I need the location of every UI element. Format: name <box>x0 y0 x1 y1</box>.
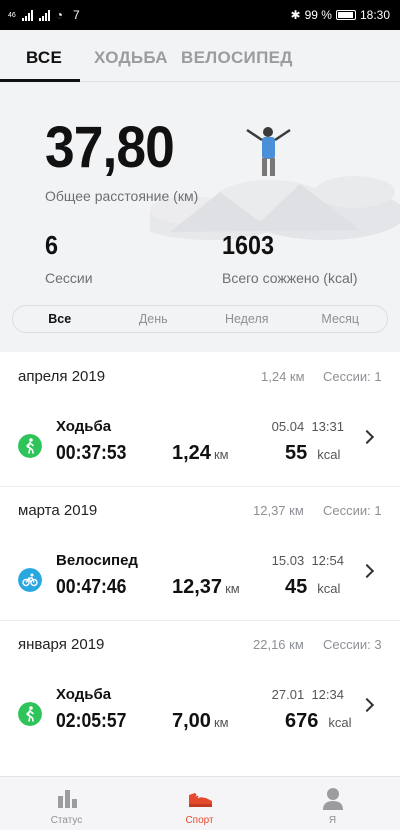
activity-tabs: ВСЕ ХОДЬБА ВЕЛОСИПЕД <box>0 30 400 82</box>
activity-date: 27.01 12:34 <box>271 687 344 702</box>
bluetooth-icon: ✱ <box>290 8 301 22</box>
month-sessions: Сессии: 3 <box>323 637 382 652</box>
period-option-month[interactable]: Месяц <box>294 306 388 332</box>
tab-all[interactable]: ВСЕ <box>26 48 62 68</box>
activity-date: 15.03 12:54 <box>271 553 344 568</box>
activity-duration: 00:47:46 <box>56 576 127 598</box>
month-header: марта 2019 12,37 км Сессии: 1 <box>0 486 400 532</box>
month-distance: 1,24 км <box>261 369 305 384</box>
person-icon <box>322 788 343 810</box>
month-title: января 2019 <box>18 636 105 653</box>
walking-icon <box>18 702 42 726</box>
battery-percent: 99 % <box>304 8 332 22</box>
month-header: апреля 2019 1,24 км Сессии: 1 <box>0 352 400 398</box>
signal-icon <box>21 9 33 21</box>
activity-type: Ходьба <box>56 686 112 703</box>
signal-icon <box>38 9 50 21</box>
calories-label: Всего сожжено (kcal) <box>222 270 358 286</box>
period-option-week[interactable]: Неделя <box>200 306 294 332</box>
wifi-icon: ◔ <box>55 8 64 22</box>
period-option-day[interactable]: День <box>107 306 201 332</box>
activity-date: 05.04 13:31 <box>271 419 344 434</box>
status-bar: 46 ◔ 7 ✱ 99 % 18:30 <box>0 0 400 30</box>
bar-chart-icon <box>57 790 77 808</box>
activity-duration: 00:37:53 <box>56 442 127 464</box>
nav-sport[interactable]: Спорт <box>133 777 266 830</box>
month-title: апреля 2019 <box>18 368 106 385</box>
status-left: 46 ◔ 7 <box>8 8 80 22</box>
activity-calories: 45 kcal <box>285 576 341 598</box>
notification-count: 7 <box>73 8 80 22</box>
sessions-label: Сессии <box>45 270 93 286</box>
tab-cycling[interactable]: ВЕЛОСИПЕД <box>181 48 293 68</box>
summary-panel: 37,80 Общее расстояние (км) 6 Сессии 160… <box>0 82 400 352</box>
total-distance-value: 37,80 <box>45 115 175 180</box>
month-header: января 2019 22,16 км Сессии: 3 <box>0 620 400 666</box>
battery-icon <box>335 10 356 20</box>
activity-type: Велосипед <box>56 552 138 569</box>
activity-calories: 676 kcal <box>285 710 352 732</box>
activity-list: апреля 2019 1,24 км Сессии: 1 Ходьба 05.… <box>0 352 400 776</box>
tab-walking[interactable]: ХОДЬБА <box>94 48 168 68</box>
walking-icon <box>18 434 42 458</box>
activity-duration: 02:05:57 <box>56 710 127 732</box>
activity-distance: 7,00 км <box>172 710 229 732</box>
total-distance-label: Общее расстояние (км) <box>45 188 199 204</box>
nav-status[interactable]: Статус <box>0 777 133 830</box>
activity-row[interactable]: Ходьба 27.01 12:34 02:05:57 7,00 км 676 kc… <box>0 666 400 754</box>
nav-profile[interactable]: Я <box>266 777 399 830</box>
status-right: ✱ 99 % 18:30 <box>291 8 390 22</box>
calories-value: 1603 <box>222 230 275 260</box>
chevron-right-icon <box>359 429 375 445</box>
chevron-right-icon <box>359 563 375 579</box>
network-type-text: 46 <box>8 11 16 19</box>
month-sessions: Сессии: 1 <box>323 369 382 384</box>
month-distance: 22,16 км <box>253 637 304 652</box>
bottom-navigation: Статус Спорт Я <box>0 776 400 830</box>
activity-type: Ходьба <box>56 418 112 435</box>
activity-row[interactable]: Ходьба 05.04 13:31 00:37:53 1,24 км 55 kca… <box>0 398 400 486</box>
activity-distance: 12,37 км <box>172 576 240 598</box>
nav-status-label: Статус <box>50 815 83 826</box>
clock: 18:30 <box>359 8 390 22</box>
divider <box>0 620 400 621</box>
activity-distance: 1,24 км <box>172 442 229 464</box>
person-on-mountains-illustration <box>150 127 400 240</box>
period-option-all[interactable]: Все <box>13 306 107 332</box>
activity-row[interactable]: Велосипед 15.03 12:54 00:47:46 12,37 км 4… <box>0 532 400 620</box>
divider <box>0 486 400 487</box>
activity-calories: 55 kcal <box>285 442 341 464</box>
cycling-icon <box>18 568 42 592</box>
nav-profile-label: Я <box>328 815 337 826</box>
month-sessions: Сессии: 1 <box>323 503 382 518</box>
sneaker-icon <box>188 793 212 807</box>
sessions-value: 6 <box>45 230 59 260</box>
month-distance: 12,37 км <box>253 503 304 518</box>
period-filter: Все День Неделя Месяц <box>12 305 388 333</box>
nav-sport-label: Спорт <box>185 815 214 826</box>
chevron-right-icon <box>359 697 375 713</box>
month-title: марта 2019 <box>18 502 98 519</box>
